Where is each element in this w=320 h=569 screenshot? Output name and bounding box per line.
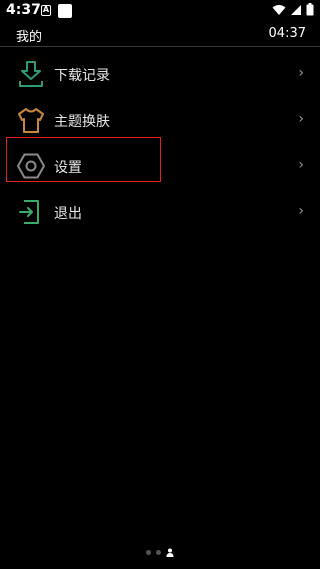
- page-dot[interactable]: [156, 550, 161, 555]
- status-icons: [272, 3, 314, 16]
- menu-item-label: 下载记录: [54, 68, 110, 84]
- chevron-right-icon: ›: [298, 65, 304, 81]
- a-notification-icon: A: [41, 5, 51, 16]
- status-bar: 4:37 A: [0, 0, 320, 22]
- notification-square-icon: [58, 4, 72, 18]
- header-bar: 我的 04:37: [0, 22, 320, 47]
- download-icon: [19, 61, 43, 87]
- wifi-icon: [272, 4, 286, 15]
- chevron-right-icon: ›: [298, 203, 304, 219]
- signal-icon: [291, 4, 301, 15]
- person-icon[interactable]: [166, 548, 174, 557]
- status-time: 4:37: [6, 2, 41, 18]
- menu-item-logout[interactable]: 退出 ›: [0, 190, 320, 236]
- chevron-right-icon: ›: [298, 157, 304, 173]
- menu-item-label: 退出: [54, 206, 82, 222]
- menu-item-download-history[interactable]: 下载记录 ›: [0, 52, 320, 98]
- header-time: 04:37: [268, 26, 306, 41]
- page-title: 我的: [16, 30, 43, 45]
- page-indicator: [0, 548, 320, 557]
- page-dot[interactable]: [146, 550, 151, 555]
- settings-highlight-box: [6, 137, 161, 182]
- exit-icon: [19, 200, 39, 224]
- menu-item-label: 主题换肤: [54, 114, 110, 130]
- battery-icon: [306, 3, 314, 16]
- chevron-right-icon: ›: [298, 111, 304, 127]
- tshirt-icon: [18, 108, 44, 133]
